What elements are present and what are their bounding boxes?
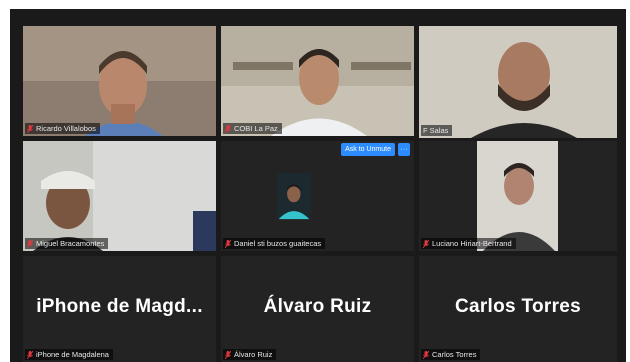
participant-name: COBI La Paz <box>234 124 278 133</box>
name-tag: Daniel sti buzos guaitecas <box>223 238 326 249</box>
participant-name: Ricardo Villalobos <box>36 124 96 133</box>
more-options-button[interactable]: ··· <box>398 143 410 156</box>
participant-tile[interactable]: Luciano Hiriart-Bertrand <box>419 141 617 251</box>
participant-tile[interactable]: Miguel Bracamontes <box>23 141 216 251</box>
participant-name: Daniel sti buzos guaitecas <box>234 239 322 248</box>
participant-video <box>23 141 216 251</box>
tile-hover-controls: Ask to Unmute ··· <box>341 143 410 156</box>
participant-name: Álvaro Ruiz <box>234 350 273 359</box>
participant-display-name: iPhone de Magd... <box>36 295 203 317</box>
muted-mic-icon <box>27 350 33 359</box>
participant-tile[interactable]: COBI La Paz <box>221 26 414 136</box>
participant-video <box>221 26 414 136</box>
muted-mic-icon <box>423 239 429 248</box>
participant-video <box>23 26 216 136</box>
muted-mic-icon <box>225 124 231 133</box>
name-tag: Luciano Hiriart-Bertrand <box>421 238 516 249</box>
participant-name: Luciano Hiriart-Bertrand <box>432 239 512 248</box>
muted-mic-icon <box>27 239 33 248</box>
participant-display-name: Álvaro Ruiz <box>263 295 372 317</box>
muted-mic-icon <box>423 350 429 359</box>
gallery-view: Ricardo Villalobos COBI La Paz F Salas M… <box>10 9 626 362</box>
muted-mic-icon <box>27 124 33 133</box>
participant-name: F Salas <box>423 126 449 135</box>
participant-name: Carlos Torres <box>432 350 477 359</box>
name-tag: Ricardo Villalobos <box>25 123 100 134</box>
participant-tile[interactable]: Ask to Unmute ··· Daniel sti buzos guait… <box>221 141 414 251</box>
name-tag: Miguel Bracamontes <box>25 238 109 249</box>
muted-mic-icon <box>225 239 231 248</box>
participant-name: iPhone de Magdalena <box>36 350 109 359</box>
participant-tile[interactable]: Álvaro Ruiz Álvaro Ruiz <box>221 256 414 362</box>
participant-video <box>419 26 617 138</box>
participant-tile[interactable]: iPhone de Magd... iPhone de Magdalena <box>23 256 216 362</box>
name-tag: Álvaro Ruiz <box>223 349 277 360</box>
name-tag: iPhone de Magdalena <box>25 349 113 360</box>
name-tag: Carlos Torres <box>421 349 481 360</box>
muted-mic-icon <box>225 350 231 359</box>
participant-tile[interactable]: Carlos Torres Carlos Torres <box>419 256 617 362</box>
participant-display-name: Carlos Torres <box>454 295 582 317</box>
name-tag: COBI La Paz <box>223 123 282 134</box>
participant-video <box>277 172 311 220</box>
participant-name: Miguel Bracamontes <box>36 239 105 248</box>
name-tag: F Salas <box>421 125 453 136</box>
participant-tile[interactable]: Ricardo Villalobos <box>23 26 216 136</box>
participant-video <box>477 141 558 251</box>
ask-to-unmute-button[interactable]: Ask to Unmute <box>341 143 395 156</box>
participant-tile-active-speaker[interactable]: F Salas <box>419 26 617 138</box>
